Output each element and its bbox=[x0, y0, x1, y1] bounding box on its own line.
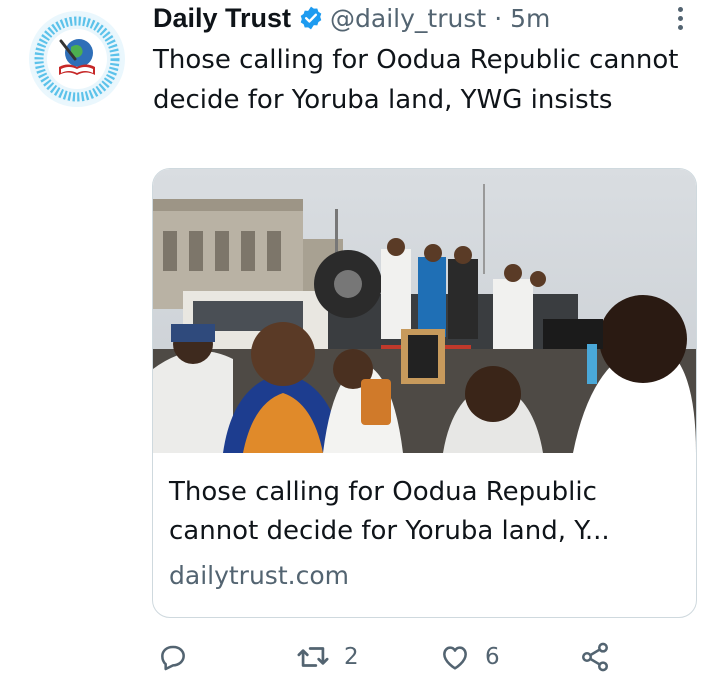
like-button[interactable]: 6 bbox=[439, 636, 500, 678]
tweet-text: Those calling for Oodua Republic cannot … bbox=[153, 45, 679, 115]
daily-trust-logo bbox=[33, 15, 121, 103]
action-bar: 2 6 bbox=[0, 636, 720, 678]
share-icon bbox=[582, 642, 608, 672]
card-image[interactable] bbox=[153, 169, 696, 453]
author-name[interactable]: Daily Trust bbox=[153, 3, 291, 34]
avatar[interactable] bbox=[29, 11, 125, 107]
reply-icon bbox=[161, 645, 185, 671]
card-domain[interactable]: dailytrust.com bbox=[169, 561, 349, 590]
verified-badge-icon bbox=[298, 5, 324, 31]
like-count: 6 bbox=[485, 644, 500, 670]
tweet-header: Daily Trust @daily_trust · 5m bbox=[153, 0, 680, 36]
link-card[interactable]: Those calling for Oodua Republic cannot … bbox=[152, 168, 697, 618]
author-handle[interactable]: @daily_trust bbox=[330, 4, 486, 33]
reply-button[interactable] bbox=[157, 636, 203, 678]
like-icon bbox=[443, 646, 467, 670]
separator-dot: · bbox=[494, 3, 503, 33]
tweet-timestamp[interactable]: 5m bbox=[510, 4, 550, 33]
retweet-button[interactable]: 2 bbox=[296, 636, 359, 678]
more-options-icon[interactable] bbox=[668, 2, 692, 34]
retweet-icon bbox=[297, 647, 329, 667]
retweet-count: 2 bbox=[344, 644, 359, 670]
share-button[interactable] bbox=[579, 636, 611, 678]
card-title[interactable]: Those calling for Oodua Republic cannot … bbox=[169, 473, 679, 551]
